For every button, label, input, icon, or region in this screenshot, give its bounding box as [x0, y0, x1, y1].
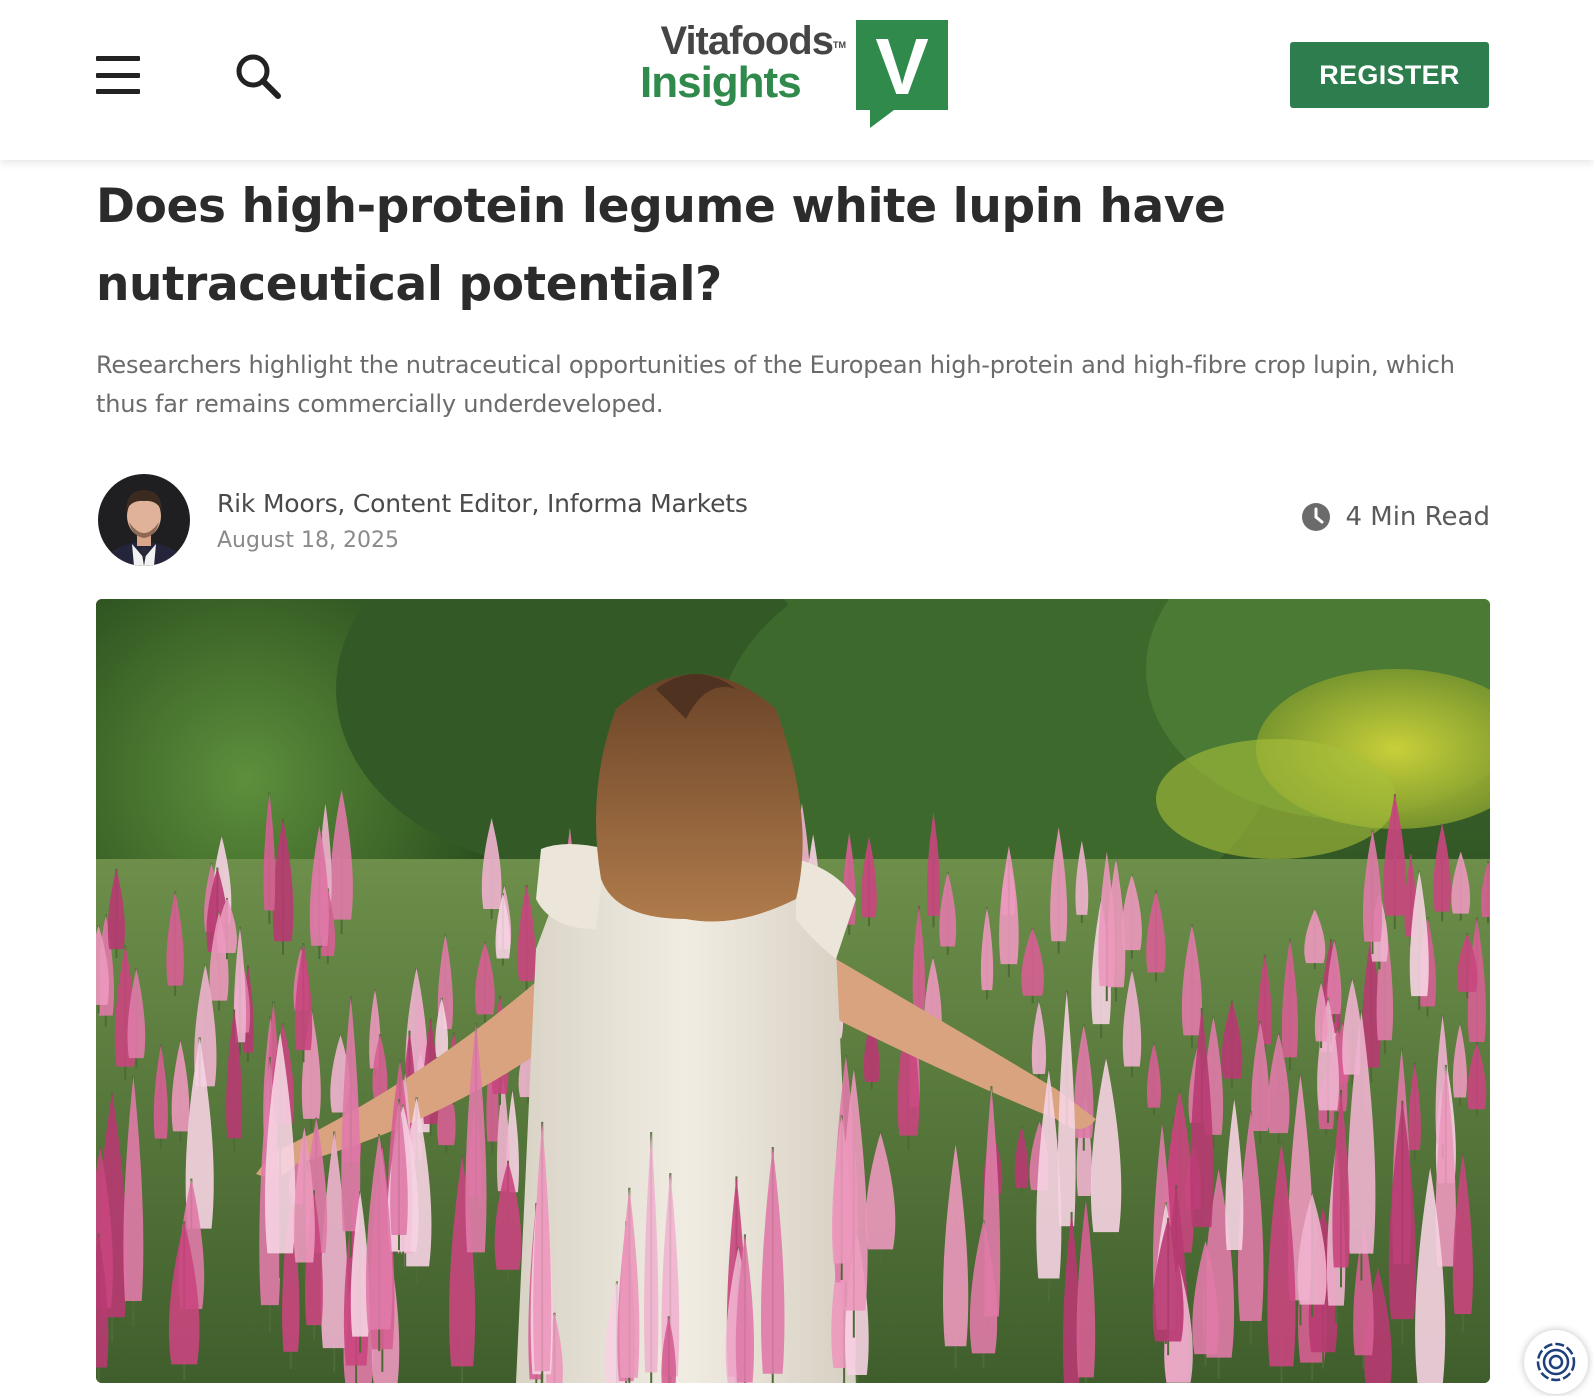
author-avatar[interactable] — [98, 474, 190, 566]
read-time-label: 4 Min Read — [1345, 502, 1490, 532]
hero-image — [96, 599, 1490, 1383]
logo-badge-icon: V — [856, 20, 948, 128]
author-role: , Content Editor, Informa Markets — [337, 489, 748, 518]
logo-wordmark-top: Vitafoods — [660, 19, 834, 63]
privacy-settings-icon[interactable] — [1524, 1330, 1588, 1394]
author-name-link[interactable]: Rik Moors — [217, 489, 338, 518]
logo-badge-letter: V — [875, 22, 928, 111]
hamburger-icon[interactable] — [96, 56, 142, 94]
site-logo[interactable]: VitafoodsTM Insights V — [636, 18, 952, 133]
logo-wordmark-bottom: Insights — [640, 58, 802, 107]
article-summary: Researchers highlight the nutraceutical … — [96, 351, 1455, 418]
site-header: VitafoodsTM Insights V REGISTER — [0, 0, 1594, 160]
article-headline: Does high-protein legume white lupin hav… — [96, 179, 1226, 312]
clock-icon — [1302, 503, 1331, 531]
article-byline: Rik Moors, Content Editor, Informa Marke… — [96, 472, 1490, 568]
register-button[interactable]: REGISTER — [1290, 42, 1489, 108]
logo-trademark: TM — [833, 40, 846, 50]
read-time: 4 Min Read — [1301, 502, 1490, 532]
author-line: Rik Moors, Content Editor, Informa Marke… — [217, 489, 748, 518]
search-icon[interactable] — [234, 52, 284, 102]
publish-date: August 18, 2025 — [217, 528, 399, 553]
